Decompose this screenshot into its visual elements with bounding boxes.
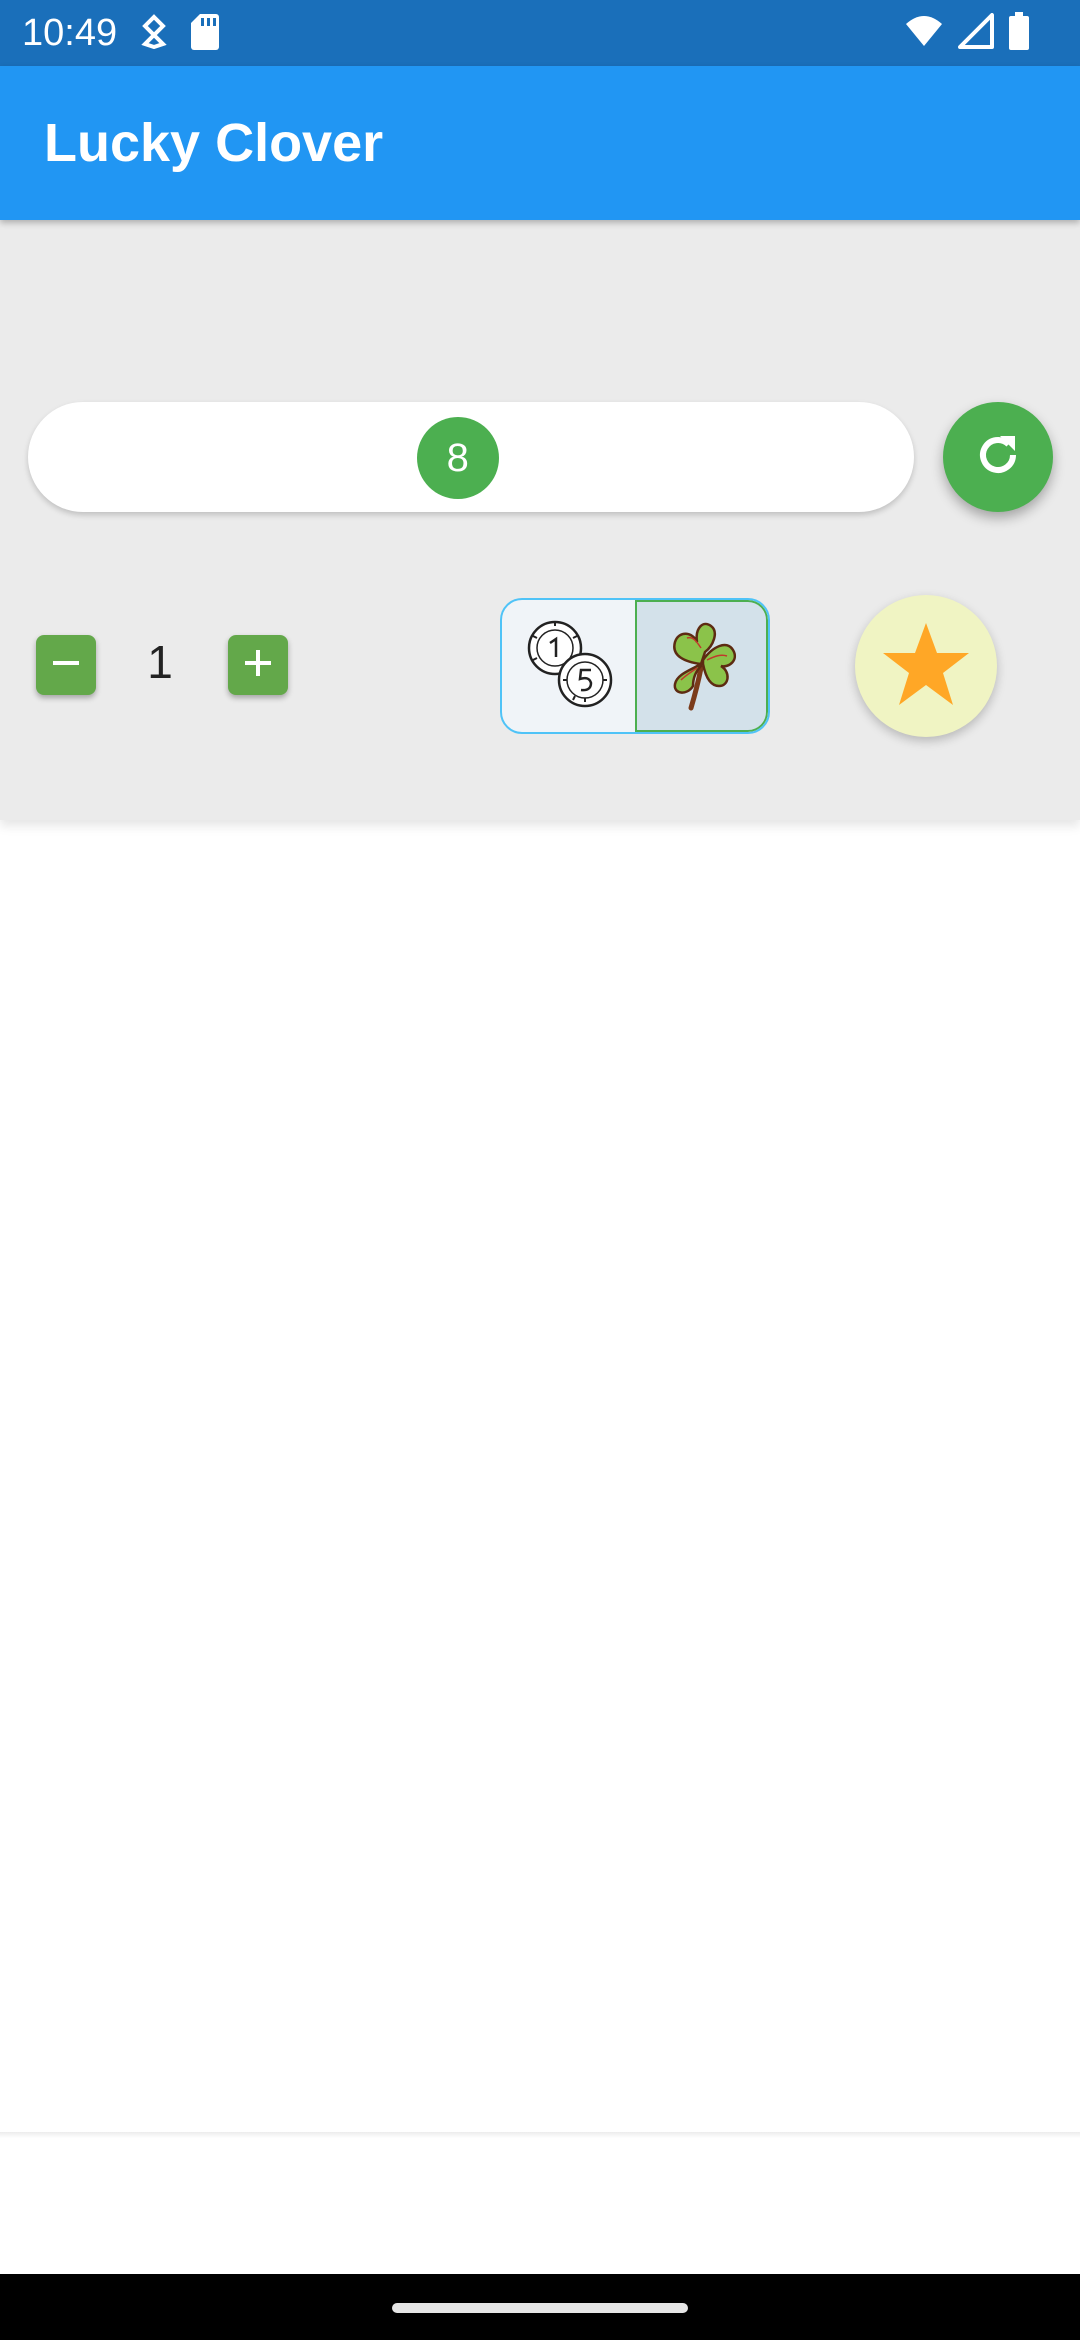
battery-icon bbox=[1008, 12, 1030, 55]
increment-button[interactable] bbox=[228, 635, 288, 695]
count-value: 1 bbox=[147, 636, 173, 688]
star-icon bbox=[881, 621, 971, 712]
favorite-button[interactable] bbox=[855, 595, 997, 737]
control-panel: 8 1 bbox=[0, 220, 1080, 820]
plus-icon bbox=[243, 648, 273, 683]
usb-debug-icon bbox=[140, 13, 168, 54]
four-leaf-clover-icon bbox=[657, 616, 747, 717]
sd-card-icon bbox=[190, 12, 220, 55]
minus-icon bbox=[51, 648, 81, 683]
mode-option-clover[interactable] bbox=[635, 600, 768, 732]
cell-signal-icon bbox=[958, 13, 994, 54]
status-bar: 10:49 bbox=[0, 0, 1080, 66]
decrement-button[interactable] bbox=[36, 635, 96, 695]
status-time: 10:49 bbox=[22, 12, 118, 54]
home-indicator[interactable] bbox=[392, 2303, 688, 2313]
lottery-balls-icon bbox=[521, 616, 617, 717]
mode-option-lottery[interactable] bbox=[502, 600, 635, 732]
refresh-button[interactable] bbox=[943, 402, 1053, 512]
app-title: Lucky Clover bbox=[44, 113, 384, 173]
bottom-bar-divider bbox=[0, 2132, 1080, 2138]
mode-toggle bbox=[500, 598, 770, 734]
navigation-bar bbox=[0, 2274, 1080, 2340]
wifi-icon bbox=[904, 14, 944, 53]
number-slider-thumb[interactable]: 8 bbox=[416, 417, 499, 499]
refresh-icon bbox=[972, 429, 1024, 486]
app-bar: Lucky Clover bbox=[0, 66, 1080, 220]
